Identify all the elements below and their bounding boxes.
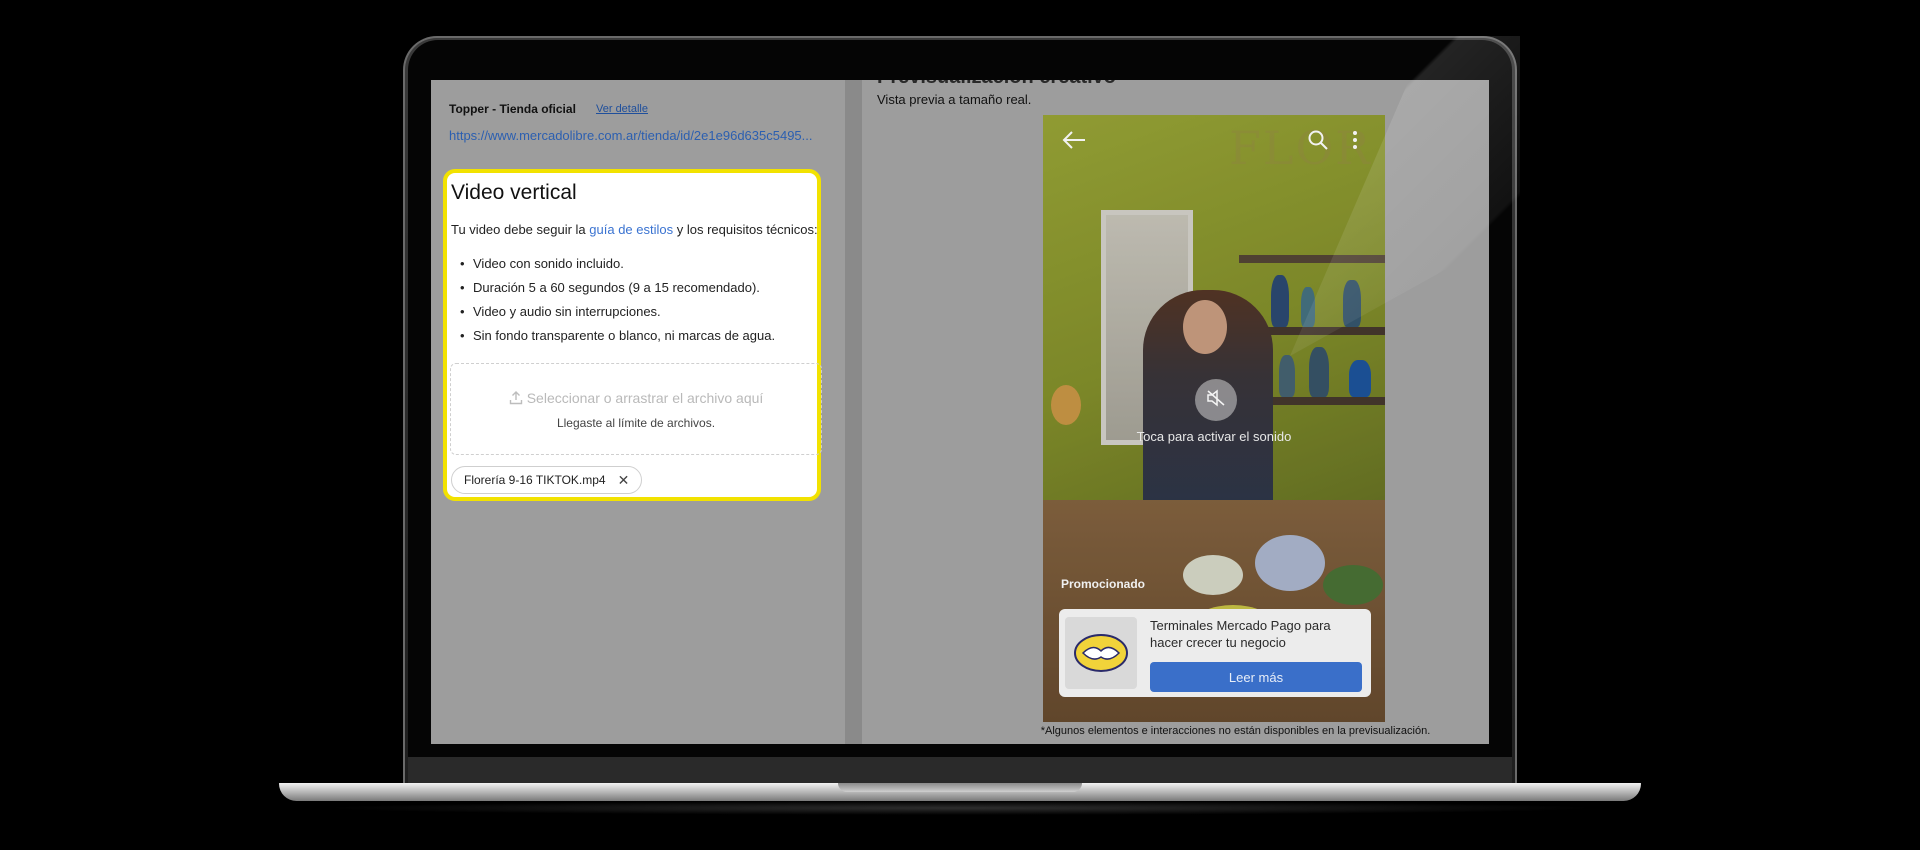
card-title: Video vertical	[451, 181, 577, 204]
dropzone-limit-text: Llegaste al límite de archivos.	[556, 416, 716, 430]
video-vertical-card: Video vertical Tu video debe seguir la g…	[443, 169, 822, 501]
style-guide-link[interactable]: guía de estilos	[589, 222, 673, 237]
list-item: Sin fondo transparente o blanco, ni marc…	[451, 324, 775, 348]
card-intro: Tu video debe seguir la guía de estilos …	[451, 222, 818, 237]
ad-card: Terminales Mercado Pago para hacer crece…	[1059, 609, 1371, 697]
ad-text: Terminales Mercado Pago para hacer crece…	[1150, 618, 1331, 650]
left-panel: Topper - Tienda oficial Ver detalle http…	[431, 80, 845, 744]
handshake-logo-icon	[1065, 617, 1137, 689]
upload-icon	[509, 391, 523, 408]
sound-hint-text: Toca para activar el sonido	[1136, 429, 1292, 444]
laptop-chin	[408, 757, 1512, 783]
promoted-label: Promocionado	[1061, 577, 1146, 591]
remove-file-icon[interactable]: ✕	[618, 472, 630, 489]
list-item: Video con sonido incluido.	[451, 252, 775, 276]
store-name: Topper - Tienda oficial	[449, 102, 576, 116]
more-options-icon[interactable]	[1351, 129, 1359, 156]
store-detail-link[interactable]: Ver detalle	[596, 103, 648, 115]
phone-preview: FLOR Toca para activar el sonido Promoci…	[1043, 115, 1385, 722]
sound-toggle-button[interactable]	[1195, 379, 1237, 421]
list-item: Duración 5 a 60 segundos (9 a 15 recomen…	[451, 276, 775, 300]
intro-text-after: y los requisitos técnicos:	[673, 222, 818, 237]
laptop-notch	[838, 783, 1082, 792]
muted-speaker-icon	[1206, 388, 1226, 412]
dropzone-label: Seleccionar o arrastrar el archivo aquí	[526, 390, 764, 406]
laptop-shadow	[320, 801, 1600, 815]
file-chip: Florería 9-16 TIKTOK.mp4 ✕	[451, 466, 643, 494]
laptop-screen: Topper - Tienda oficial Ver detalle http…	[431, 80, 1489, 744]
preview-disclaimer: *Algunos elementos e interacciones no es…	[1040, 725, 1431, 737]
dropzone-label-row: Seleccionar o arrastrar el archivo aquí	[451, 390, 821, 408]
read-more-button[interactable]: Leer más	[1150, 662, 1362, 692]
store-url-link[interactable]: https://www.mercadolibre.com.ar/tienda/i…	[449, 128, 813, 143]
file-dropzone[interactable]: Seleccionar o arrastrar el archivo aquí …	[450, 363, 822, 455]
back-arrow-icon[interactable]	[1061, 129, 1087, 156]
preview-subtitle: Vista previa a tamaño real.	[877, 92, 1032, 107]
preview-panel: Previsualización creativo Vista previa a…	[862, 80, 1489, 744]
requirements-list: Video con sonido incluido. Duración 5 a …	[451, 252, 775, 348]
preview-title: Previsualización creativo	[877, 80, 1116, 89]
file-name: Florería 9-16 TIKTOK.mp4	[464, 473, 606, 487]
list-item: Video y audio sin interrupciones.	[451, 300, 775, 324]
panel-divider	[845, 80, 862, 744]
intro-text-before: Tu video debe seguir la	[451, 222, 590, 237]
search-icon[interactable]	[1307, 129, 1329, 156]
